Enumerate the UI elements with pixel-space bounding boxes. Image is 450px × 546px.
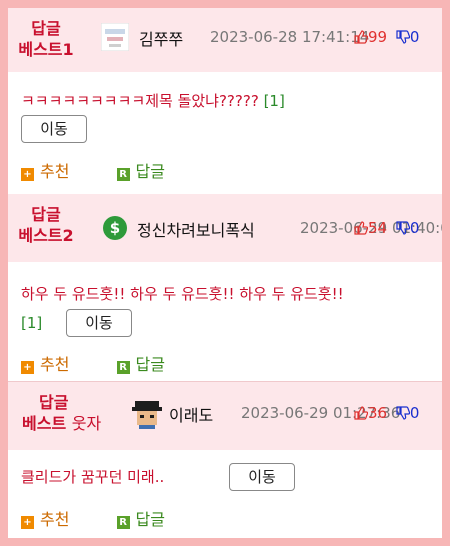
badge-line2: 베스트 xyxy=(22,414,67,433)
thumbs-down-icon[interactable] xyxy=(396,221,411,239)
reply-content: 하우 두 유드훗!! 하우 두 유드훗!! 하우 두 유드훗!! xyxy=(21,281,344,307)
dollar-icon: $ xyxy=(103,216,127,240)
badge-line2-wrap: 베스트 웃자 xyxy=(22,413,132,434)
pixel-character-icon xyxy=(132,401,162,429)
recommend-label: 추천 xyxy=(40,510,70,529)
reply-count: [1] xyxy=(263,92,285,110)
recommend-button[interactable]: + 추천 xyxy=(21,158,69,182)
recommend-label: 추천 xyxy=(40,355,70,374)
reply-actions: + 추천 R 답글 xyxy=(21,158,185,182)
badge-line1: 답글 xyxy=(31,205,61,224)
downvote-count: 0 xyxy=(409,219,420,237)
best-badge: 답글 베스트2 xyxy=(8,204,84,246)
plus-icon: + xyxy=(21,516,34,529)
best-badge: 답글 베스트1 xyxy=(8,18,84,60)
thumbs-down-icon[interactable] xyxy=(396,30,411,48)
avatar[interactable]: $ xyxy=(101,214,129,242)
reply-label: 답글 xyxy=(135,355,165,374)
reply-content: ㅋㅋㅋㅋㅋㅋㅋㅋㅋ제목 돌았냐????? [1] xyxy=(21,88,285,114)
vote-counts: 99 0 xyxy=(354,28,419,48)
svg-text:$: $ xyxy=(110,219,120,237)
recommend-label: 추천 xyxy=(40,162,70,181)
reply-header: 답글 베스트2 $ 정신차려보니폭식 2023-06-29 01:40:03 5… xyxy=(8,194,442,262)
reply-count: [1] xyxy=(21,314,43,332)
reply-content-line2: [1] xyxy=(21,310,42,336)
reply-icon: R xyxy=(116,516,130,529)
reply-icon: R xyxy=(116,361,130,374)
reply-content: 클리드가 꿈꾸던 미래.. xyxy=(21,464,164,490)
badge-line2: 베스트2 xyxy=(18,226,74,245)
reply-text: ㅋㅋㅋㅋㅋㅋㅋㅋㅋ제목 돌았냐????? xyxy=(21,92,259,110)
thumbs-down-icon[interactable] xyxy=(396,406,411,424)
best-badge: 답글 베스트 웃자 xyxy=(10,392,132,434)
avatar[interactable] xyxy=(100,22,130,52)
reply-button[interactable]: R 답글 xyxy=(116,351,165,375)
reply-header: 답글 베스트1 김쭈쭈 2023-06-28 17:41:14 99 0 xyxy=(8,8,442,72)
plus-icon: + xyxy=(21,168,34,181)
reply-actions: + 추천 R 답글 xyxy=(21,351,185,375)
vote-counts: 54 0 xyxy=(354,219,419,239)
reply-entry: 답글 베스트1 김쭈쭈 2023-06-28 17:41:14 99 0 ㅋㅋㅋ… xyxy=(8,8,442,214)
nickname-link[interactable]: 김쭈쭈 xyxy=(139,26,183,50)
reply-label: 답글 xyxy=(135,162,165,181)
recommend-button[interactable]: + 추천 xyxy=(21,506,69,530)
nickname-link[interactable]: 이래도 xyxy=(169,402,213,426)
move-button[interactable]: 이동 xyxy=(229,463,295,491)
thumbs-up-icon[interactable] xyxy=(354,30,369,48)
badge-extra: 웃자 xyxy=(71,414,102,433)
vote-counts: 36 0 xyxy=(354,404,419,424)
plus-icon: + xyxy=(21,361,34,374)
reply-entry: 답글 베스트 웃자 이래도 2023-06-29 01:27:36 36 0 클… xyxy=(8,382,442,538)
nickname-link[interactable]: 정신차려보니폭식 xyxy=(137,217,255,241)
move-button[interactable]: 이동 xyxy=(66,309,132,337)
thumbs-up-icon[interactable] xyxy=(354,221,369,239)
badge-line1: 답글 xyxy=(39,393,69,412)
upvote-count: 99 xyxy=(368,28,388,46)
upvote-count: 54 xyxy=(368,219,388,237)
avatar[interactable] xyxy=(132,399,162,429)
reply-text: 하우 두 유드훗!! 하우 두 유드훗!! 하우 두 유드훗!! xyxy=(21,285,344,303)
reply-header: 답글 베스트 웃자 이래도 2023-06-29 01:27:36 36 0 xyxy=(8,382,442,450)
downvote-count: 0 xyxy=(409,404,420,422)
reply-entry: 답글 베스트2 $ 정신차려보니폭식 2023-06-29 01:40:03 5… xyxy=(8,194,442,380)
downvote-count: 0 xyxy=(409,28,420,46)
badge-line1: 답글 xyxy=(31,19,61,38)
reply-icon: R xyxy=(116,168,130,181)
reply-actions: + 추천 R 답글 xyxy=(21,506,185,530)
post-date: 2023-06-28 17:41:14 xyxy=(210,28,370,46)
badge-line2: 베스트1 xyxy=(18,40,74,59)
text-avatar-icon xyxy=(100,22,130,52)
recommend-button[interactable]: + 추천 xyxy=(21,351,69,375)
reply-label: 답글 xyxy=(135,510,165,529)
best-replies-panel: 답글 베스트1 김쭈쭈 2023-06-28 17:41:14 99 0 ㅋㅋㅋ… xyxy=(8,8,442,538)
reply-button[interactable]: R 답글 xyxy=(116,506,165,530)
reply-button[interactable]: R 답글 xyxy=(116,158,165,182)
thumbs-up-icon[interactable] xyxy=(354,406,369,424)
move-button[interactable]: 이동 xyxy=(21,115,87,143)
reply-text: 클리드가 꿈꾸던 미래.. xyxy=(21,468,165,486)
upvote-count: 36 xyxy=(368,404,388,422)
